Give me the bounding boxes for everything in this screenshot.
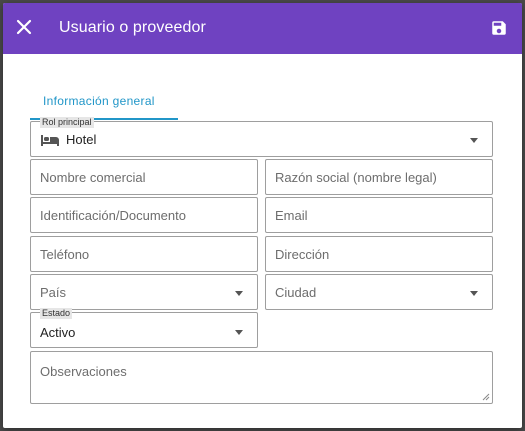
- telefono-placeholder: Teléfono: [40, 247, 90, 262]
- nombre-comercial-field[interactable]: Nombre comercial: [30, 159, 258, 195]
- tab-bar: Información general: [30, 85, 178, 121]
- razon-social-field[interactable]: Razón social (nombre legal): [265, 159, 493, 195]
- pais-select[interactable]: País: [30, 274, 258, 310]
- dialog-title: Usuario o proveedor: [59, 19, 206, 36]
- resize-grip-icon[interactable]: [482, 393, 490, 401]
- observaciones-textarea[interactable]: Observaciones: [30, 351, 493, 404]
- direccion-field[interactable]: Dirección: [265, 236, 493, 272]
- estado-value: Activo: [40, 325, 76, 340]
- razon-social-placeholder: Razón social (nombre legal): [275, 170, 437, 185]
- save-button[interactable]: [490, 19, 508, 37]
- rol-principal-select[interactable]: Rol principal Hotel: [30, 117, 493, 157]
- identificacion-field[interactable]: Identificación/Documento: [30, 197, 258, 233]
- chevron-down-icon: [470, 138, 478, 143]
- ciudad-select[interactable]: Ciudad: [265, 274, 493, 310]
- direccion-placeholder: Dirección: [275, 247, 330, 262]
- observaciones-placeholder: Observaciones: [40, 364, 127, 379]
- dialog-header: Usuario o proveedor: [3, 3, 522, 54]
- estado-select[interactable]: Estado Activo: [30, 308, 258, 348]
- rol-principal-label: Rol principal: [40, 117, 94, 128]
- tab-informacion-general[interactable]: Información general: [30, 85, 178, 121]
- close-icon: [16, 19, 32, 35]
- pais-placeholder: País: [40, 285, 67, 300]
- telefono-field[interactable]: Teléfono: [30, 236, 258, 272]
- email-field[interactable]: Email: [265, 197, 493, 233]
- save-icon: [492, 21, 506, 35]
- chevron-down-icon: [470, 291, 478, 296]
- chevron-down-icon: [235, 291, 243, 296]
- user-provider-dialog: Usuario o proveedor Información general …: [3, 3, 522, 428]
- bed-icon: [41, 135, 59, 146]
- email-placeholder: Email: [275, 208, 308, 223]
- rol-principal-value: Hotel: [66, 132, 97, 147]
- estado-label: Estado: [40, 308, 73, 319]
- nombre-comercial-placeholder: Nombre comercial: [40, 170, 146, 185]
- chevron-down-icon: [235, 330, 243, 335]
- close-button[interactable]: [15, 18, 33, 36]
- tab-label: Información general: [43, 94, 155, 108]
- identificacion-placeholder: Identificación/Documento: [40, 208, 186, 223]
- ciudad-placeholder: Ciudad: [275, 285, 317, 300]
